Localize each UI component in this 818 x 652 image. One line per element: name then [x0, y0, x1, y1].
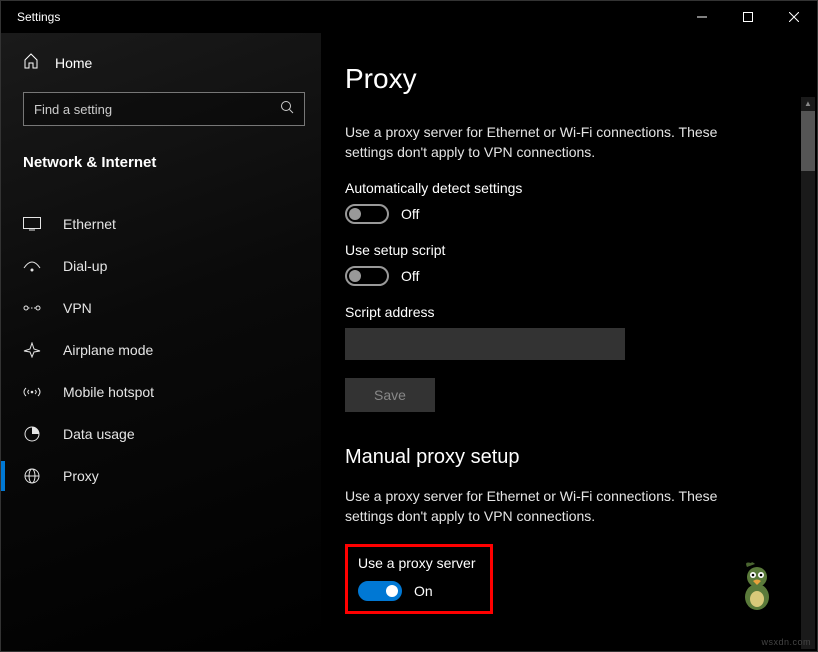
sidebar-item-label: Dial-up	[63, 258, 107, 274]
auto-detect-label: Automatically detect settings	[345, 180, 793, 196]
sidebar-item-proxy[interactable]: Proxy	[1, 455, 321, 497]
watermark: wsxdn.com	[761, 637, 811, 647]
sidebar-item-dialup[interactable]: Dial-up	[1, 245, 321, 287]
script-address-label: Script address	[345, 304, 793, 320]
close-button[interactable]	[771, 1, 817, 33]
manual-proxy-description: Use a proxy server for Ethernet or Wi-Fi…	[345, 487, 765, 526]
ethernet-icon	[23, 217, 41, 231]
sidebar: Home Network & Internet Ethernet Dial-up	[1, 33, 321, 651]
mascot-image	[737, 559, 777, 611]
main-panel: Proxy Use a proxy server for Ethernet or…	[321, 33, 817, 651]
setup-script-label: Use setup script	[345, 242, 793, 258]
sidebar-section-header: Network & Internet	[1, 142, 321, 185]
home-label: Home	[55, 55, 92, 71]
page-title: Proxy	[345, 63, 793, 95]
script-address-input[interactable]	[345, 328, 625, 360]
vpn-icon	[23, 301, 41, 315]
data-usage-icon	[23, 426, 41, 442]
scrollbar[interactable]	[801, 97, 815, 649]
setup-script-toggle[interactable]	[345, 266, 389, 286]
highlight-annotation: Use a proxy server On	[345, 544, 493, 614]
maximize-button[interactable]	[725, 1, 771, 33]
use-proxy-label: Use a proxy server	[358, 555, 480, 571]
proxy-icon	[23, 468, 41, 484]
use-proxy-state: On	[414, 583, 433, 599]
window-controls	[679, 1, 817, 33]
hotspot-icon	[23, 385, 41, 399]
manual-proxy-title: Manual proxy setup	[345, 446, 793, 469]
auto-detect-toggle[interactable]	[345, 204, 389, 224]
save-button[interactable]: Save	[345, 378, 435, 412]
sidebar-item-label: Airplane mode	[63, 342, 153, 358]
sidebar-item-label: Proxy	[63, 468, 99, 484]
minimize-button[interactable]	[679, 1, 725, 33]
sidebar-item-vpn[interactable]: VPN	[1, 287, 321, 329]
sidebar-item-datausage[interactable]: Data usage	[1, 413, 321, 455]
setup-script-state: Off	[401, 268, 419, 284]
proxy-description: Use a proxy server for Ethernet or Wi-Fi…	[345, 123, 765, 162]
scrollbar-thumb[interactable]	[801, 111, 815, 171]
window-title: Settings	[17, 10, 679, 24]
sidebar-item-label: Ethernet	[63, 216, 116, 232]
home-link[interactable]: Home	[1, 43, 321, 82]
sidebar-item-label: Data usage	[63, 426, 135, 442]
sidebar-item-hotspot[interactable]: Mobile hotspot	[1, 371, 321, 413]
dialup-icon	[23, 259, 41, 273]
sidebar-item-label: VPN	[63, 300, 92, 316]
home-icon	[23, 53, 39, 72]
airplane-icon	[23, 342, 41, 358]
use-proxy-toggle[interactable]	[358, 581, 402, 601]
sidebar-item-airplane[interactable]: Airplane mode	[1, 329, 321, 371]
search-icon	[280, 100, 294, 119]
search-input[interactable]	[34, 102, 280, 117]
auto-detect-state: Off	[401, 206, 419, 222]
search-box[interactable]	[23, 92, 305, 126]
titlebar: Settings	[1, 1, 817, 33]
sidebar-item-ethernet[interactable]: Ethernet	[1, 203, 321, 245]
sidebar-item-label: Mobile hotspot	[63, 384, 154, 400]
